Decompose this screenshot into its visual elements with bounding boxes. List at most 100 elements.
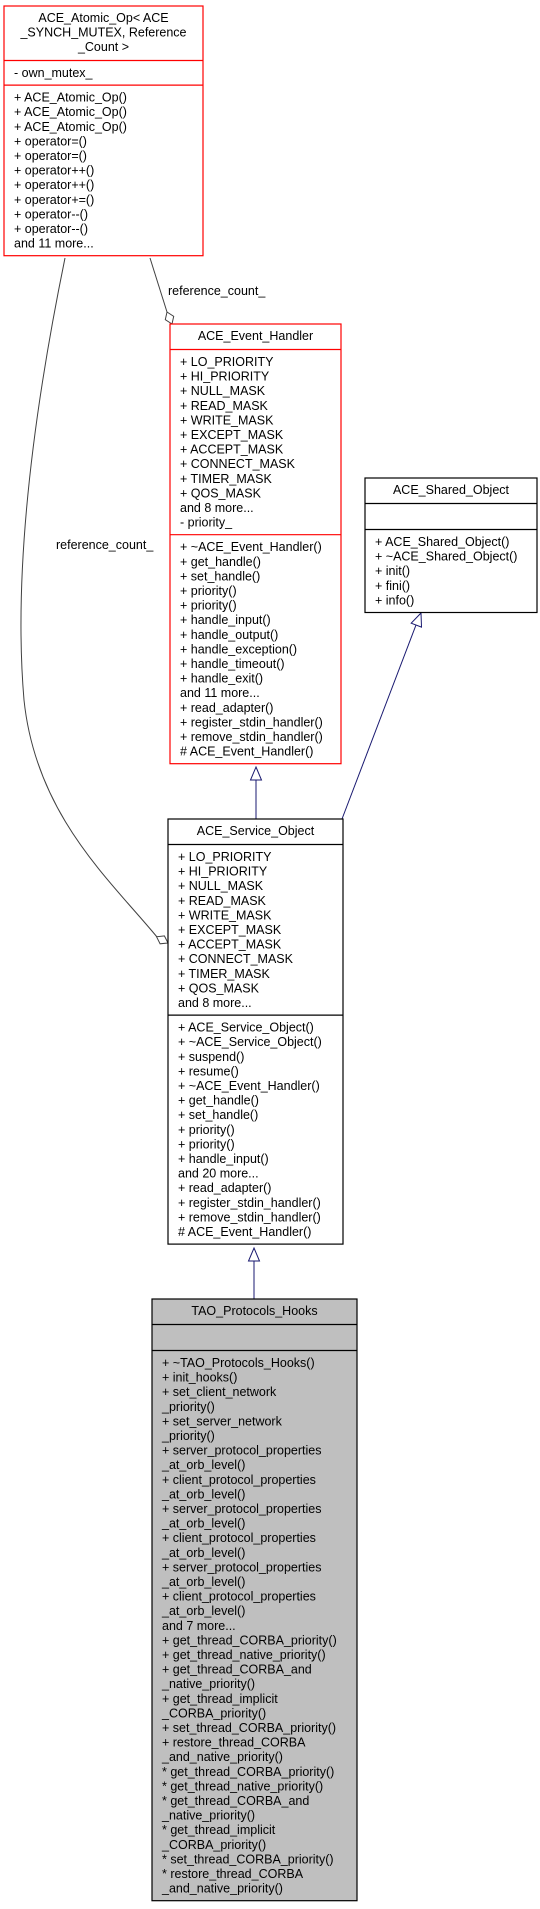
class-member: + init() [375,564,410,578]
class-attribute: + TIMER_MASK [180,472,272,486]
class-attribute: + WRITE_MASK [180,413,274,427]
edge-event-handler-to-service-object [249,765,263,819]
class-title: TAO_Protocols_Hooks [191,1304,317,1318]
class-attribute: + ACCEPT_MASK [180,443,284,457]
class-member: + ~ACE_Service_Object() [178,1035,322,1049]
class-member: + priority() [180,599,237,613]
class-member: + register_stdin_handler() [180,715,323,729]
class-member: _at_orb_level() [161,1575,245,1589]
class-title: ACE_Service_Object [197,824,315,838]
class-member: + operator--() [14,207,88,221]
class-member: + ACE_Atomic_Op() [14,105,127,119]
class-member: + restore_thread_CORBA [162,1736,306,1750]
class-member: + ACE_Atomic_Op() [14,120,127,134]
class-member: and 11 more... [14,237,94,251]
class-member: and 11 more... [180,686,260,700]
class-attribute: + EXCEPT_MASK [178,923,282,937]
aggregation-diamond-icon [164,311,175,325]
class-member: + remove_stdin_handler() [178,1210,321,1224]
class-member: + set_handle() [180,569,260,583]
class-member: + read_adapter() [178,1181,271,1195]
class-member: + set_handle() [178,1108,258,1122]
class-member: + get_thread_CORBA_and [162,1663,312,1677]
class-diagram: reference_count_ reference_count_ ACE_Atom… [3,5,538,1902]
class-member: * get_thread_CORBA_and [162,1794,309,1808]
class-member: + set_thread_CORBA_priority() [162,1721,336,1735]
class-attribute: + QOS_MASK [178,981,260,995]
class-member: + server_protocol_properties [162,1444,321,1458]
class-member: + priority() [178,1137,235,1151]
class-member: _and_native_priority() [161,1882,283,1896]
class-box-ace-service-object[interactable]: ACE_Service_Object + LO_PRIORITY+ HI_PRIO… [167,818,344,1245]
class-member: _CORBA_priority() [161,1706,266,1720]
class-member: _native_priority() [161,1809,255,1823]
class-box-ace-shared-object[interactable]: ACE_Shared_Object+ ACE_Shared_Object()+ … [364,477,538,614]
class-member: _at_orb_level() [161,1604,245,1618]
class-member: _priority() [161,1400,215,1414]
class-member: + set_client_network [162,1385,277,1399]
class-attribute: - priority_ [180,516,233,530]
class-attribute: + CONNECT_MASK [178,952,294,966]
class-member: + get_thread_native_priority() [162,1648,326,1662]
inheritance-arrow-icon [410,611,423,628]
class-member: + operator++() [14,164,94,178]
class-member: * get_thread_native_priority() [162,1779,323,1793]
class-member: _native_priority() [161,1677,255,1691]
class-member: + ~TAO_Protocols_Hooks() [162,1356,315,1370]
class-member: + ACE_Service_Object() [178,1021,314,1035]
class-member: + get_thread_implicit [162,1692,278,1706]
edge-shared-object-to-service-object [341,611,423,820]
class-box-tao-protocols-hooks[interactable]: TAO_Protocols_Hooks + ~TAO_Protocols_Hook… [151,1298,358,1902]
class-member: + handle_exit() [180,672,263,686]
class-attribute: + LO_PRIORITY [178,850,272,864]
class-attribute: + NULL_MASK [180,384,266,398]
edge-atomic-to-service-object: reference_count_ [20,257,169,945]
class-member: + operator--() [14,222,88,236]
class-attribute: and 8 more... [180,501,254,515]
class-title: ACE_Shared_Object [393,483,510,497]
class-member: + get_handle() [178,1094,259,1108]
class-attribute: + HI_PRIORITY [178,865,268,879]
class-member: _at_orb_level() [161,1517,245,1531]
class-member: + operator+=() [14,193,94,207]
class-member: + client_protocol_properties [162,1590,316,1604]
class-title: _SYNCH_MUTEX, Reference [19,26,186,40]
class-box-ace-event-handler[interactable]: ACE_Event_Handler + LO_PRIORITY+ HI_PRIOR… [169,323,342,765]
class-member: + priority() [178,1123,235,1137]
class-attribute: + HI_PRIORITY [180,370,270,384]
class-attribute: and 8 more... [178,996,252,1010]
class-member: + get_handle() [180,555,261,569]
class-attribute: + TIMER_MASK [178,967,270,981]
class-member: _at_orb_level() [161,1458,245,1472]
class-member: + priority() [180,584,237,598]
class-member: + read_adapter() [180,701,273,715]
class-member: + handle_exception() [180,642,297,656]
inheritance-arrow-icon [249,765,263,781]
class-member: + ~ACE_Shared_Object() [375,550,517,564]
edge-label: reference_count_ [56,538,154,552]
class-attribute: + LO_PRIORITY [180,355,274,369]
class-member: + init_hooks() [162,1371,237,1385]
class-member: _at_orb_level() [161,1487,245,1501]
class-attribute: + READ_MASK [178,894,267,908]
class-member: + register_stdin_handler() [178,1196,321,1210]
class-member: * get_thread_CORBA_priority() [162,1765,334,1779]
inheritance-arrow-icon [247,1246,261,1262]
class-box-ace-atomic-op[interactable]: ACE_Atomic_Op< ACE_SYNCH_MUTEX, Referenc… [3,5,204,257]
class-member: * restore_thread_CORBA [162,1867,304,1881]
class-member: + resume() [178,1064,239,1078]
class-member: + suspend() [178,1050,244,1064]
class-member: + remove_stdin_handler() [180,730,323,744]
class-member: + client_protocol_properties [162,1531,316,1545]
class-member: _priority() [161,1429,215,1443]
class-member: _at_orb_level() [161,1546,245,1560]
class-member: + ~ACE_Event_Handler() [178,1079,320,1093]
class-attribute: + WRITE_MASK [178,908,272,922]
class-member: + ACE_Atomic_Op() [14,91,127,105]
class-title: ACE_Atomic_Op< ACE [38,11,168,25]
class-member: and 7 more... [162,1619,236,1633]
class-member: + ~ACE_Event_Handler() [180,540,322,554]
class-member: + client_protocol_properties [162,1473,316,1487]
class-member: _and_native_priority() [161,1750,283,1764]
edge-atomic-to-event-handler: reference_count_ [149,257,266,325]
